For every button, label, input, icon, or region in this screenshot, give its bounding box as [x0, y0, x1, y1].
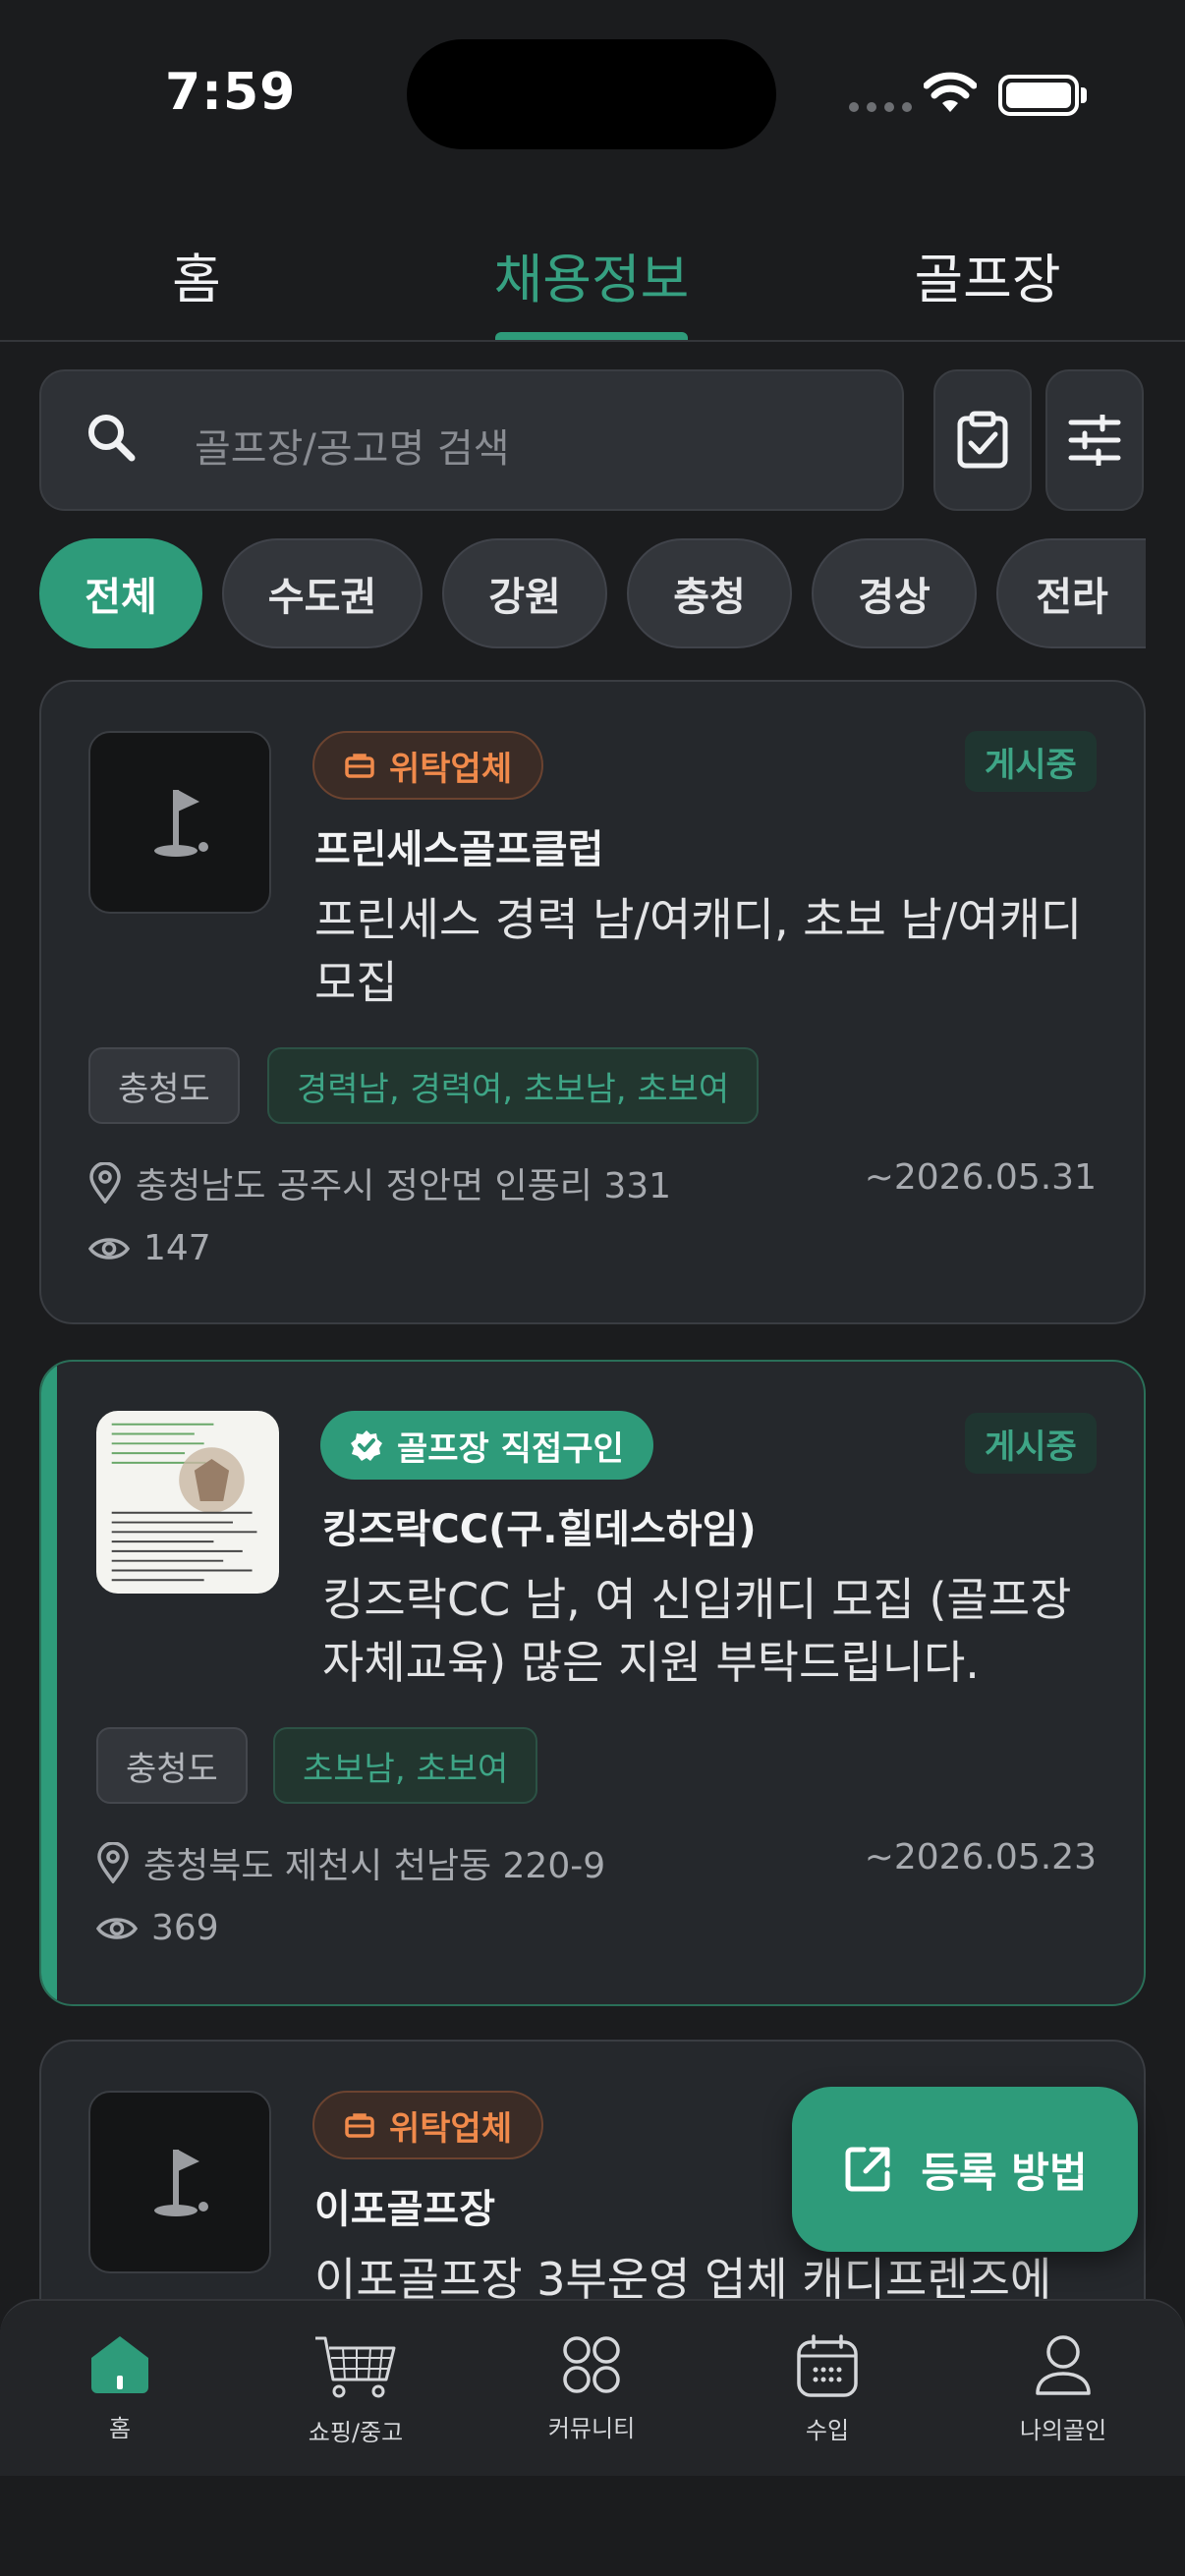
registration-guide-button[interactable]: 등록 방법 [792, 2087, 1138, 2252]
nav-community[interactable]: 커뮤니티 [493, 2334, 690, 2443]
nav-shopping-label: 쇼핑/중고 [308, 2419, 404, 2446]
golf-flag-icon [88, 731, 271, 914]
tab-golf-course[interactable]: 골프장 [840, 236, 1135, 313]
views-row: 369 [96, 1908, 219, 1948]
caddie-type-tag: 경력남, 경력여, 초보남, 초보여 [267, 1047, 760, 1124]
nav-home[interactable]: 홈 [22, 2334, 218, 2443]
person-icon [1036, 2335, 1091, 2395]
direct-hire-label: 골프장 직접구인 [397, 1428, 624, 1469]
location-pin-icon [97, 1842, 129, 1883]
grid-icon [563, 2336, 620, 2393]
views-count: 147 [143, 1228, 211, 1268]
status-badge: 게시중 [965, 731, 1097, 792]
address-row: 충청남도 공주시 정안면 인풍리 331 [88, 1157, 671, 1208]
home-icon [91, 2336, 148, 2393]
club-name: 프린세스골프클럽 [314, 827, 604, 872]
search-placeholder: 골프장/공고명 검색 [195, 426, 510, 472]
deadline: ~2026.05.31 [864, 1157, 1097, 1198]
search-icon [85, 411, 140, 470]
chip-all[interactable]: 전체 [39, 538, 202, 648]
club-name: 이포골프장 [314, 2187, 495, 2232]
nav-income-label: 수입 [805, 2417, 850, 2444]
chip-chungcheong[interactable]: 충청 [627, 538, 792, 648]
eye-icon [88, 1237, 130, 1260]
agency-badge-label: 위탁업체 [389, 749, 513, 789]
nav-home-label: 홈 [108, 2415, 132, 2442]
nav-my-page[interactable]: 나의골인 [965, 2334, 1161, 2445]
agency-badge: 위탁업체 [312, 2091, 544, 2159]
home-indicator-area [0, 2476, 1185, 2576]
job-title-line1: 킹즈락CC 남, 여 신입캐디 모집 (골프장 [322, 1573, 1072, 1626]
job-poster-thumbnail [96, 1411, 279, 1594]
calendar-icon [797, 2334, 858, 2397]
filter-button[interactable] [1045, 369, 1144, 511]
status-time: 7:59 [165, 63, 297, 122]
job-card-featured[interactable]: 골프장 직접구인 게시중 킹즈락CC(구.힐데스하임) 킹즈락CC 남, 여 신… [39, 1360, 1146, 2006]
region-tag: 충청도 [88, 1047, 240, 1124]
chip-capital-area[interactable]: 수도권 [222, 538, 423, 648]
location-pin-icon [89, 1162, 121, 1204]
direct-hire-badge: 골프장 직접구인 [320, 1411, 653, 1480]
address-row: 충청북도 제천시 천남동 220-9 [96, 1837, 605, 1888]
job-title-line2: 모집 [314, 956, 398, 1009]
club-name: 킹즈락CC(구.힐데스하임) [322, 1507, 757, 1552]
nav-shopping[interactable]: 쇼핑/중고 [257, 2334, 454, 2447]
sliders-icon [1068, 415, 1121, 466]
nav-my-page-label: 나의골인 [1019, 2417, 1107, 2444]
fab-label: 등록 방법 [921, 2148, 1088, 2197]
eye-icon [96, 1917, 138, 1939]
address-text: 충청남도 공주시 정안면 인풍리 331 [136, 1166, 672, 1206]
featured-accent-bar [41, 1362, 57, 2004]
external-link-icon [845, 2147, 890, 2192]
battery-cap [1081, 87, 1087, 103]
chip-jeolla[interactable]: 전라 [996, 538, 1146, 648]
chip-gyeongsang[interactable]: 경상 [812, 538, 977, 648]
verified-check-icon [351, 1430, 382, 1461]
job-title-line2: 자체교육) 많은 지원 부탁드립니다. [322, 1636, 980, 1689]
dynamic-island [407, 39, 776, 149]
nav-community-label: 커뮤니티 [547, 2415, 636, 2442]
tab-home[interactable]: 홈 [49, 236, 344, 313]
tab-jobs[interactable]: 채용정보 [444, 236, 739, 313]
tab-divider [0, 340, 1185, 342]
job-card[interactable]: 위탁업체 게시중 프린세스골프클럽 프린세스 경력 남/여캐디, 초보 남/여캐… [39, 680, 1146, 1324]
status-badge: 게시중 [965, 1413, 1097, 1474]
bottom-nav: 홈 쇼핑/중고 커뮤니티 수입 나의골인 [0, 2299, 1185, 2476]
caddie-type-tag: 초보남, 초보여 [273, 1727, 538, 1804]
views-count: 369 [151, 1908, 219, 1948]
checklist-button[interactable] [933, 369, 1032, 511]
briefcase-icon [345, 754, 374, 778]
address-text: 충청북도 제천시 천남동 220-9 [143, 1846, 606, 1886]
wifi-icon [923, 71, 978, 118]
nav-income[interactable]: 수입 [729, 2334, 926, 2445]
briefcase-icon [345, 2113, 374, 2138]
cellular-signal-icon [849, 102, 912, 112]
agency-badge: 위탁업체 [312, 731, 544, 800]
clipboard-check-icon [957, 411, 1008, 469]
agency-badge-label: 위탁업체 [389, 2108, 513, 2149]
cart-icon [315, 2336, 396, 2398]
views-row: 147 [88, 1228, 211, 1268]
golf-flag-icon [88, 2091, 271, 2273]
chip-gangwon[interactable]: 강원 [442, 538, 607, 648]
region-tag: 충청도 [96, 1727, 248, 1804]
job-title-line1: 프린세스 경력 남/여캐디, 초보 남/여캐디 [314, 893, 1083, 946]
deadline: ~2026.05.23 [864, 1837, 1097, 1877]
battery-icon [998, 75, 1079, 116]
